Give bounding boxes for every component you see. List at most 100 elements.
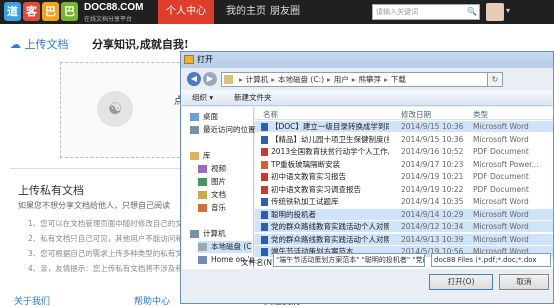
breadcrumb-item[interactable]: 用户: [334, 75, 349, 84]
file-type: Microsoft Word: [473, 234, 529, 244]
file-row[interactable]: 传统铁轨加工试题库 2014/9/14 10:35 Microsoft Word: [255, 196, 553, 207]
footer-help[interactable]: 帮助中心: [134, 294, 170, 307]
file-row[interactable]: 党的群众路线教育实践活动个人对照检查... 2014/9/13 10:39 Micr…: [255, 233, 553, 245]
file-date: 2014/9/14 10:35: [401, 197, 464, 206]
dialog-toolbar: 组织 ▾ 新建文件夹: [182, 90, 552, 106]
private-doc-rules: 1、您可以在文档管理页面中随时修改自己的文档 2、私有文档只自己可见，其他用户不…: [28, 216, 198, 276]
footer-about[interactable]: 关于我们: [14, 294, 50, 307]
file-name: 【精品】幼儿园十项卫生保健制度(托幼...: [271, 134, 389, 144]
ppt-file-icon: [261, 160, 268, 169]
search-icon[interactable]: 🔍: [465, 5, 479, 19]
file-name-cell: 党的群众路线教育实践活动个人对照检查...: [261, 221, 389, 232]
file-row[interactable]: 初中语文教育实习调查报告 2014/9/19 10:22 PDF Document: [255, 184, 553, 195]
column-type[interactable]: 类型: [473, 109, 488, 120]
avatar[interactable]: [486, 3, 504, 21]
music-icon: [198, 204, 207, 212]
filename-input[interactable]: "端午节活动策划方案范本" "聪明的投机者" "党的群众: [273, 253, 425, 267]
forward-arrow-icon[interactable]: ▶: [203, 72, 217, 86]
refresh-icon[interactable]: ↻: [487, 72, 503, 87]
file-row[interactable]: 聪明的投机者 2014/9/14 10:29 Microsoft Word: [255, 208, 553, 220]
nav-pane-label: 库: [203, 151, 211, 160]
breadcrumb-separator[interactable]: ▸: [239, 75, 243, 84]
column-name[interactable]: 名称: [263, 109, 278, 120]
column-date[interactable]: 修改日期: [401, 109, 431, 120]
filetype-select[interactable]: doc88 Files (*.pdf;*.doc;*.dox: [431, 253, 551, 267]
upload-dropzone[interactable]: ☯: [60, 62, 190, 158]
breadcrumb-item[interactable]: 熊攀萍: [359, 75, 382, 84]
word-file-icon: [261, 248, 268, 256]
rule-item: 4、亲，友情提示：您上传私有文档将不涉及积分: [28, 264, 191, 273]
chevron-down-icon[interactable]: ▾: [506, 6, 510, 15]
file-row[interactable]: 初中语文教育实习报告 2014/9/19 10:21 PDF Document: [255, 171, 553, 182]
nav-pane-item[interactable]: 本地磁盘 (C: [198, 241, 252, 253]
dialog-title: 打开: [197, 55, 213, 64]
file-date: 2014/9/19 10:22: [401, 184, 464, 194]
file-type: PDF Document: [473, 147, 529, 156]
nav-pane-label: 最近访问的位置: [203, 125, 256, 134]
nav-pane-item[interactable]: 库: [190, 150, 211, 162]
file-row[interactable]: 党的群众路线教育实践活动个人对照检查... 2014/9/12 10:34 Micr…: [255, 221, 553, 232]
back-arrow-icon[interactable]: ◀: [187, 72, 201, 86]
rule-item: 1、您可以在文档管理页面中随时修改自己的文档: [28, 219, 191, 228]
breadcrumb[interactable]: ▸ 计算机 ▸ 本地磁盘 (C:) ▸ 用户 ▸ 熊攀萍 ▸ 下载: [221, 72, 491, 87]
file-name-cell: 传统铁轨加工试题库: [261, 196, 389, 207]
open-file-dialog: 打开 ◀ ▶ ▸ 计算机 ▸ 本地磁盘 (C:) ▸ 用户 ▸ 熊攀萍 ▸ 下载 ↻ 组织 ▾ 新…: [180, 51, 554, 304]
search-input[interactable]: 请输入关键词 🔍: [372, 4, 480, 20]
desktop-icon: [190, 113, 199, 121]
breadcrumb-item[interactable]: 本地磁盘 (C:): [278, 75, 324, 84]
file-row[interactable]: 2013全国教育扶贫行动学个人工作总结 2014/9/16 10:52 PDF Do…: [255, 146, 553, 157]
file-name: 党的群众路线教育实践活动个人对照检查...: [271, 222, 389, 231]
word-file-icon: [261, 135, 268, 144]
file-name: 初中语文教育实习报告: [271, 172, 346, 181]
site-logo[interactable]: 道客巴巴: [4, 2, 80, 21]
file-name: 聪明的投机者: [271, 209, 316, 219]
nav-pane-label: 图片: [211, 177, 226, 186]
organize-menu[interactable]: 组织 ▾: [192, 90, 213, 105]
nav-pane-item[interactable]: 计算机: [190, 228, 226, 240]
folder-icon: [224, 75, 233, 84]
nav-pane-label: 视频: [211, 164, 226, 173]
rule-item: 3、您可根据自己的需求上传多种类型的私有文档: [28, 249, 191, 258]
word-file-icon: [261, 210, 268, 219]
file-type: Microsoft Word: [473, 209, 529, 219]
nav-pane-item[interactable]: 图片: [198, 176, 226, 188]
word-file-icon: [261, 223, 268, 231]
file-date: 2014/9/12 10:34: [401, 222, 464, 231]
nav-pane-item[interactable]: 音乐: [198, 202, 226, 214]
nav-pane-item[interactable]: 桌面: [190, 111, 218, 123]
nav-personal-center[interactable]: 个人中心: [158, 0, 214, 24]
cancel-button[interactable]: 取消: [499, 274, 549, 290]
file-list: 名称 修改日期 类型 【DOC】建立一级目录转换成学到同需要页数 2014/9/1…: [255, 107, 553, 269]
breadcrumb-item[interactable]: 下载: [391, 75, 406, 84]
breadcrumb-separator[interactable]: ▸: [327, 75, 331, 84]
divider: [10, 168, 180, 169]
breadcrumb-separator[interactable]: ▸: [271, 75, 275, 84]
document-icon: [198, 191, 207, 199]
file-row[interactable]: 【DOC】建立一级目录转换成学到同需要页数 2014/9/15 10:36 Micr…: [255, 121, 553, 132]
file-type: Microsoft Word: [473, 122, 529, 131]
file-type: Microsoft Word: [473, 134, 529, 144]
file-name: TP重板玻璃隔断安装: [271, 159, 341, 169]
file-row[interactable]: 【精品】幼儿园十项卫生保健制度(托幼... 2014/9/15 10:36 Micr…: [255, 134, 553, 145]
open-button[interactable]: 打开(O): [429, 274, 493, 290]
file-list-header: 名称 修改日期 类型: [255, 107, 553, 120]
upload-doc-title: ☁ 上传文档: [10, 36, 69, 52]
file-name-cell: 初中语文教育实习报告: [261, 171, 389, 182]
breadcrumb-separator[interactable]: ▸: [384, 75, 388, 84]
breadcrumb-separator[interactable]: ▸: [352, 75, 356, 84]
file-name: 【DOC】建立一级目录转换成学到同需要页数: [271, 122, 389, 131]
dialog-titlebar[interactable]: 打开: [181, 52, 553, 68]
nav-friends[interactable]: 朋友圈: [262, 0, 308, 24]
file-row[interactable]: TP重板玻璃隔断安装 2014/9/17 10:23 Microsoft Power…: [255, 159, 553, 170]
file-type: Microsoft Word: [473, 222, 529, 231]
file-name: 初中语文教育实习调查报告: [271, 184, 361, 194]
nav-pane-item[interactable]: 视频: [198, 163, 226, 175]
file-date: 2014/9/19 10:21: [401, 172, 464, 181]
computer-icon: [190, 230, 199, 238]
nav-pane-item[interactable]: 文档: [198, 189, 226, 201]
new-folder-button[interactable]: 新建文件夹: [234, 90, 272, 105]
network-drive-icon: [198, 256, 207, 264]
nav-pane-item[interactable]: 最近访问的位置: [190, 124, 256, 136]
rule-item: 2、私有文档只自己可见，其他用户不能访问和阅读: [28, 234, 198, 243]
breadcrumb-item[interactable]: 计算机: [246, 75, 269, 84]
